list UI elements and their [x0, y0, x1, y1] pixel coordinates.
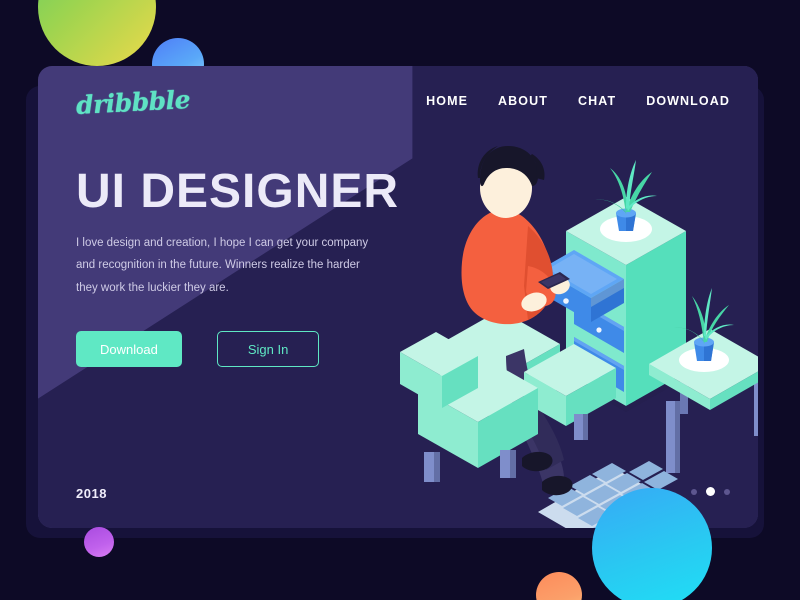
carousel-dot-2[interactable]: [706, 487, 715, 496]
main-navigation: HOME ABOUT CHAT DOWNLOAD: [426, 94, 730, 108]
page-title: UI DESIGNER: [76, 165, 400, 218]
carousel-pagination: [691, 487, 730, 496]
page-root: dribbble HOME ABOUT CHAT DOWNLOAD UI DES…: [0, 0, 800, 600]
decoration-cyan-circle-large: [592, 488, 712, 600]
carousel-dot-1[interactable]: [691, 488, 697, 495]
dribbble-logo[interactable]: dribbble: [75, 85, 190, 120]
nav-item-chat[interactable]: CHAT: [578, 94, 616, 108]
carousel-dot-3[interactable]: [724, 488, 730, 495]
decoration-purple-circle: [84, 527, 114, 557]
hero-card: dribbble HOME ABOUT CHAT DOWNLOAD UI DES…: [38, 66, 758, 528]
nav-item-about[interactable]: ABOUT: [498, 94, 548, 108]
hero-description: I love design and creation, I hope I can…: [76, 237, 369, 294]
sign-in-button[interactable]: Sign In: [216, 331, 320, 367]
isometric-room-illustration: [378, 116, 758, 528]
download-button[interactable]: Download: [76, 331, 182, 367]
hero-button-row: Download Sign In: [76, 331, 320, 367]
decoration-orange-circle: [536, 572, 582, 600]
year-label: 2018: [76, 486, 107, 501]
nav-item-download[interactable]: DOWNLOAD: [646, 94, 730, 108]
nav-item-home[interactable]: HOME: [426, 94, 468, 108]
decoration-green-yellow-circle: [38, 0, 156, 66]
